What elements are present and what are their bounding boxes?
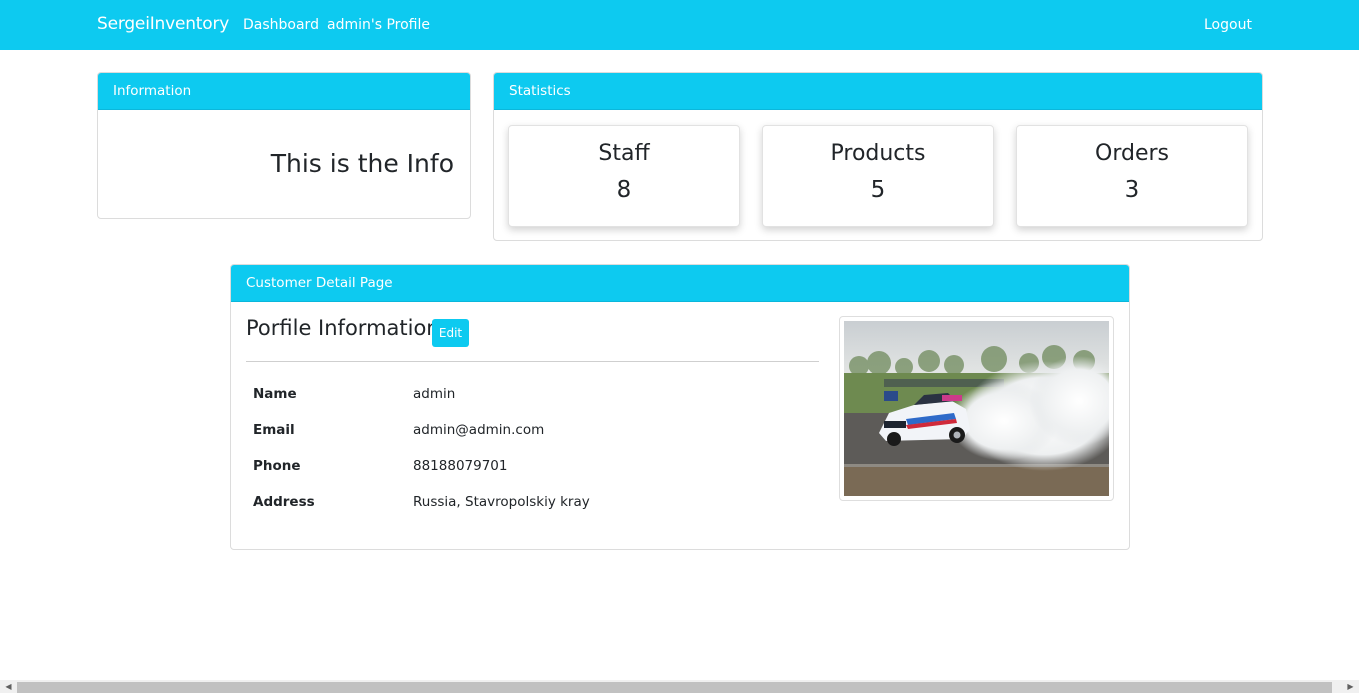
brand-link[interactable]: SergeiInventory: [97, 14, 229, 34]
scroll-right-icon[interactable]: ▶: [1342, 680, 1359, 693]
customer-detail-card: Customer Detail Page Porfile Information…: [230, 264, 1130, 550]
horizontal-scrollbar[interactable]: ◀ ▶: [0, 680, 1359, 693]
field-label-name: Name: [253, 386, 297, 402]
field-value-name: admin: [413, 386, 456, 402]
field-label-address: Address: [253, 494, 315, 510]
nav-profile-link[interactable]: admin's Profile: [327, 17, 430, 33]
field-label-phone: Phone: [253, 458, 301, 474]
stat-label: Orders: [1095, 141, 1169, 166]
statistics-card: Statistics Staff 8 Products 5 Orders 3: [493, 72, 1263, 241]
stat-value: 8: [616, 177, 632, 203]
field-value-address: Russia, Stavropolskiy kray: [413, 494, 590, 510]
scroll-left-icon[interactable]: ◀: [0, 680, 17, 693]
information-card-header: Information: [98, 73, 470, 110]
nav-dashboard-link[interactable]: Dashboard: [243, 17, 319, 33]
field-label-email: Email: [253, 422, 295, 438]
field-value-phone: 88188079701: [413, 458, 508, 474]
profile-title: Porfile Information: [246, 316, 440, 340]
divider: [246, 361, 819, 362]
customer-detail-card-header: Customer Detail Page: [231, 265, 1129, 302]
edit-button[interactable]: Edit: [432, 319, 469, 347]
stat-label: Staff: [598, 141, 650, 166]
information-card: Information This is the Info: [97, 72, 471, 219]
drift-car-image: [844, 321, 1109, 496]
stat-products: Products 5: [762, 125, 994, 227]
field-value-email: admin@admin.com: [413, 422, 545, 438]
profile-image-thumbnail: [839, 316, 1114, 501]
stat-value: 3: [1124, 177, 1140, 203]
stat-value: 5: [870, 177, 886, 203]
top-navbar: SergeiInventory Dashboard admin's Profil…: [0, 0, 1359, 50]
statistics-card-header: Statistics: [494, 73, 1262, 110]
info-text: This is the Info: [270, 149, 454, 178]
stat-staff: Staff 8: [508, 125, 740, 227]
stat-orders: Orders 3: [1016, 125, 1248, 227]
scrollbar-thumb[interactable]: [17, 682, 1332, 693]
logout-link[interactable]: Logout: [1204, 17, 1252, 33]
stat-label: Products: [830, 141, 926, 166]
